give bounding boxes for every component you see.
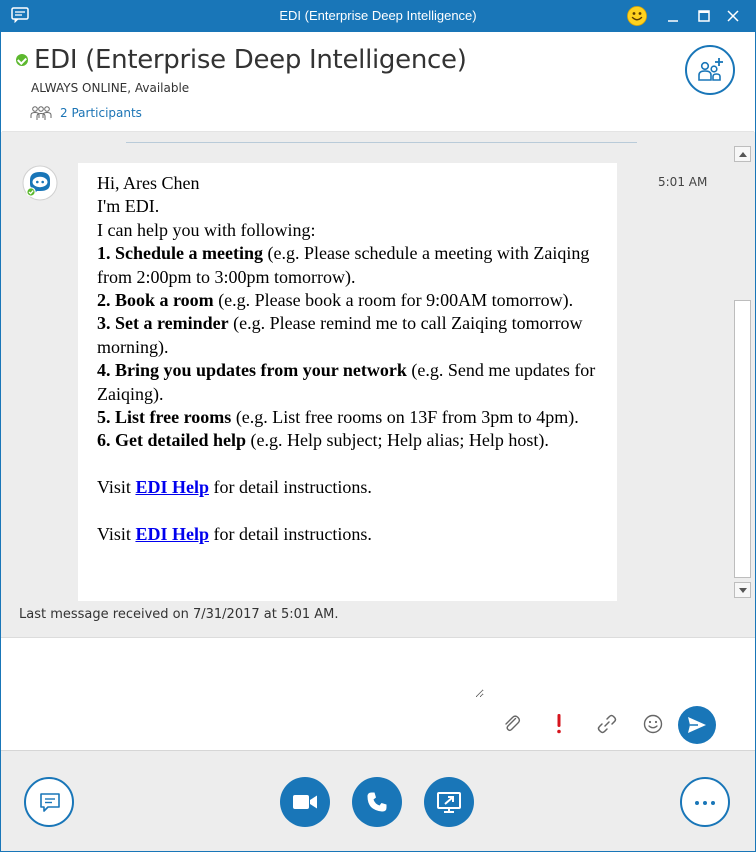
capability-title: 3. Set a reminder bbox=[97, 313, 229, 334]
capability-item: 3. Set a reminder (e.g. Please remind me… bbox=[97, 312, 599, 359]
message-intro: I'm EDI. bbox=[97, 196, 160, 217]
title-bar: EDI (Enterprise Deep Intelligence) bbox=[0, 0, 756, 32]
capability-item: 6. Get detailed help (e.g. Help subject;… bbox=[97, 429, 599, 452]
help-prefix: Visit bbox=[97, 477, 136, 498]
message-greeting: Hi, Ares Chen bbox=[97, 173, 200, 193]
conversation-title: EDI (Enterprise Deep Intelligence) bbox=[34, 45, 467, 75]
capability-title: 1. Schedule a meeting bbox=[97, 243, 263, 264]
send-button[interactable] bbox=[678, 706, 716, 744]
edi-help-link[interactable]: EDI Help bbox=[135, 524, 209, 544]
paperclip-icon[interactable] bbox=[500, 712, 524, 736]
participants-label: 2 Participants bbox=[60, 106, 142, 120]
help-suffix: for detail instructions. bbox=[208, 524, 372, 545]
capability-title: 4. Bring you updates from your network bbox=[97, 360, 407, 381]
message-timestamp: 5:01 AM bbox=[658, 175, 708, 189]
capability-title: 5. List free rooms bbox=[97, 407, 232, 428]
close-button[interactable] bbox=[721, 4, 745, 28]
video-camera-icon bbox=[293, 795, 317, 809]
capability-title: 6. Get detailed help bbox=[97, 430, 246, 451]
capability-example: (e.g. Help subject; Help alias; Help hos… bbox=[246, 430, 549, 451]
message-input[interactable] bbox=[14, 648, 484, 698]
bot-avatar bbox=[22, 165, 58, 201]
help-prefix: Visit bbox=[97, 524, 136, 545]
smiley-icon[interactable] bbox=[627, 6, 647, 26]
present-screen-icon bbox=[437, 792, 461, 813]
more-options-icon bbox=[695, 801, 715, 805]
people-group-icon bbox=[30, 106, 52, 120]
scroll-thumb[interactable] bbox=[734, 300, 751, 578]
more-options-button[interactable] bbox=[680, 777, 730, 827]
last-message-status: Last message received on 7/31/2017 at 5:… bbox=[19, 607, 339, 622]
add-people-icon bbox=[698, 58, 723, 81]
present-button[interactable] bbox=[424, 777, 474, 827]
minimize-button[interactable] bbox=[661, 4, 685, 28]
edi-help-link[interactable]: EDI Help bbox=[135, 477, 209, 497]
capability-title: 2. Book a room bbox=[97, 290, 214, 311]
exclamation-icon[interactable] bbox=[547, 712, 571, 736]
presence-status: ALWAYS ONLINE, Available bbox=[31, 81, 190, 95]
video-call-button[interactable] bbox=[280, 777, 330, 827]
participants-button[interactable]: 2 Participants bbox=[30, 104, 142, 122]
capability-item: 1. Schedule a meeting (e.g. Please sched… bbox=[97, 242, 599, 289]
emoticon-icon[interactable] bbox=[641, 712, 665, 736]
presence-available-icon bbox=[16, 54, 28, 66]
send-icon bbox=[688, 717, 706, 733]
im-button[interactable] bbox=[24, 777, 74, 827]
link-icon[interactable] bbox=[595, 712, 619, 736]
maximize-button[interactable] bbox=[692, 4, 716, 28]
message-bubble: Hi, Ares Chen I'm EDI. I can help you wi… bbox=[78, 163, 617, 601]
capability-example: (e.g. List free rooms on 13F from 3pm to… bbox=[231, 407, 579, 428]
vertical-scrollbar[interactable] bbox=[734, 146, 751, 598]
help-suffix: for detail instructions. bbox=[208, 477, 372, 498]
capability-item: 4. Bring you updates from your network (… bbox=[97, 359, 599, 406]
message-lead: I can help you with following: bbox=[97, 219, 316, 240]
audio-call-button[interactable] bbox=[352, 777, 402, 827]
im-icon bbox=[40, 793, 60, 812]
help-line: Visit EDI Help for detail instructions. bbox=[97, 476, 599, 499]
capability-example: (e.g. Please book a room for 9:00AM tomo… bbox=[213, 290, 574, 311]
add-people-button[interactable] bbox=[685, 45, 735, 95]
scroll-down-button[interactable] bbox=[734, 582, 751, 598]
capability-item: 2. Book a room (e.g. Please book a room … bbox=[97, 289, 599, 312]
capability-item: 5. List free rooms (e.g. List free rooms… bbox=[97, 406, 599, 429]
help-line: Visit EDI Help for detail instructions. bbox=[97, 523, 599, 546]
history-divider bbox=[126, 142, 637, 143]
scroll-up-button[interactable] bbox=[734, 146, 751, 162]
phone-icon bbox=[367, 792, 387, 812]
